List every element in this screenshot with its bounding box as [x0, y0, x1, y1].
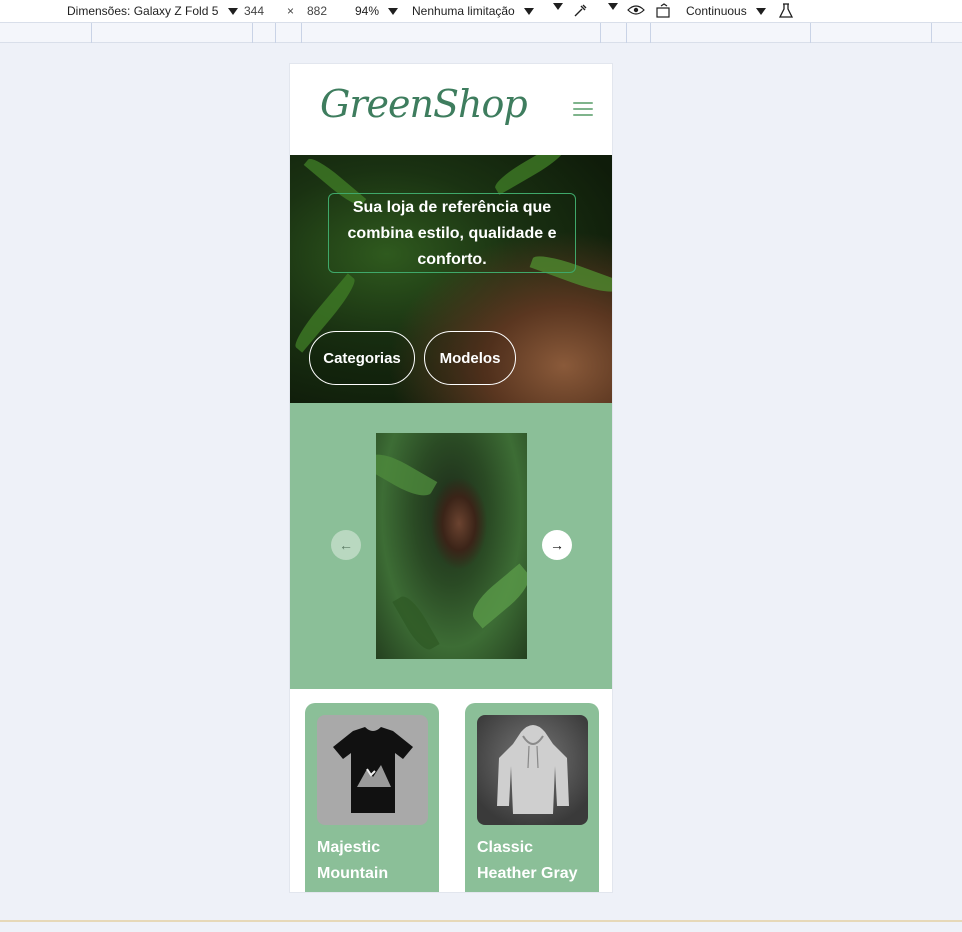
hoodie-image	[477, 715, 588, 825]
product-card[interactable]: Classic Heather Gray	[465, 703, 599, 892]
hamburger-menu-icon[interactable]	[573, 102, 593, 118]
height-input[interactable]: 882	[307, 3, 327, 19]
product-title: Classic Heather Gray	[477, 839, 578, 882]
image-carousel: ← →	[290, 403, 612, 689]
caret-down-icon[interactable]	[608, 3, 618, 10]
caret-down-icon[interactable]	[553, 3, 563, 10]
eyedropper-icon[interactable]	[572, 3, 588, 23]
throttle-label: Nenhuma limitação	[412, 4, 515, 18]
arrow-left-icon: ←	[339, 537, 353, 553]
caret-down-icon	[524, 8, 535, 16]
device-viewport: GreenShop Sua loja de referência que com…	[289, 63, 613, 893]
mode-dropdown[interactable]: Continuous	[686, 3, 767, 19]
caret-down-icon	[756, 8, 767, 16]
zoom-dropdown[interactable]: 94%	[355, 3, 399, 19]
tshirt-image	[317, 715, 428, 825]
throttle-dropdown[interactable]: Nenhuma limitação	[412, 3, 535, 19]
flask-icon[interactable]	[778, 3, 794, 23]
hero-headline: Sua loja de referência que combina estil…	[328, 193, 576, 273]
device-toolbar: Dimensões: Galaxy Z Fold 5 344 × 882 94%…	[0, 0, 962, 23]
carousel-slide-image	[376, 433, 527, 659]
carousel-next-button[interactable]: →	[542, 530, 572, 560]
caret-down-icon	[227, 8, 238, 16]
eye-icon[interactable]	[627, 3, 645, 21]
media-query-ruler	[0, 23, 962, 43]
product-card[interactable]: Majestic Mountain	[305, 703, 439, 892]
carousel-prev-button[interactable]: ←	[331, 530, 361, 560]
dimensions-label: Dimensões: Galaxy Z Fold 5	[67, 4, 219, 18]
product-title: Majestic Mountain	[317, 839, 389, 882]
bottom-edge	[0, 920, 962, 932]
dimensions-dropdown[interactable]: Dimensões: Galaxy Z Fold 5	[67, 3, 238, 19]
arrow-right-icon: →	[550, 537, 564, 553]
caret-down-icon	[388, 8, 399, 16]
zoom-label: 94%	[355, 4, 380, 18]
categories-button[interactable]: Categorias	[309, 331, 415, 385]
width-input[interactable]: 344	[244, 3, 264, 19]
rotate-icon[interactable]	[655, 3, 673, 23]
product-list: Majestic Mountain Classic Heather Gray	[290, 689, 612, 892]
site-header: GreenShop	[290, 64, 612, 155]
logo[interactable]: GreenShop	[320, 82, 528, 126]
times-separator: ×	[287, 4, 295, 18]
models-button[interactable]: Modelos	[424, 331, 516, 385]
hero-banner: Sua loja de referência que combina estil…	[290, 155, 612, 403]
mode-label: Continuous	[686, 4, 747, 18]
